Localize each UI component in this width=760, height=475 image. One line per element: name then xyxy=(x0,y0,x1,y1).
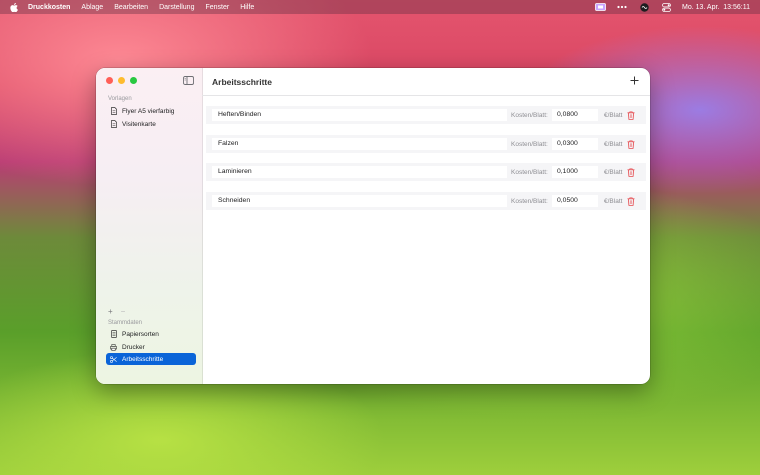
unit-label: €/Blatt xyxy=(604,141,623,148)
main-content: Arbeitsschritte Heften/Binden Kosten/Bla… xyxy=(202,68,650,384)
siri-icon[interactable] xyxy=(638,2,650,12)
trash-icon[interactable] xyxy=(627,111,635,120)
close-window-button[interactable] xyxy=(106,77,113,84)
document-lines-icon xyxy=(110,330,117,338)
control-center-icon[interactable] xyxy=(660,2,672,12)
cost-value-field[interactable]: 0,0500 xyxy=(552,195,598,207)
remove-template-button[interactable]: − xyxy=(121,307,126,316)
unit-label: €/Blatt xyxy=(604,112,623,119)
unit-label: €/Blatt xyxy=(604,198,623,205)
step-name-field[interactable]: Heften/Binden xyxy=(212,109,507,121)
menu-app-name[interactable]: Druckkosten xyxy=(28,4,70,11)
apple-menu-icon[interactable] xyxy=(10,2,18,12)
sidebar-item-label: Flyer A5 vierfarbig xyxy=(122,107,175,115)
menu-darstellung[interactable]: Darstellung xyxy=(159,4,194,11)
document-icon xyxy=(110,120,117,128)
sidebar-add-remove: + − xyxy=(108,307,125,316)
sidebar-item-drucker[interactable]: Drucker xyxy=(106,341,196,353)
add-step-button[interactable] xyxy=(628,74,640,86)
menubar-clock[interactable]: Mo. 13. Apr. 13:56:11 xyxy=(682,4,750,11)
step-name-field[interactable]: Schneiden xyxy=(212,195,507,207)
sidebar-item-label: Papiersorten xyxy=(122,330,159,338)
list-item: Laminieren Kosten/Blatt: 0,1000 €/Blatt xyxy=(202,163,650,185)
sidebar-item-arbeitsschritte[interactable]: Arbeitsschritte xyxy=(106,353,196,365)
scissors-icon xyxy=(110,355,117,363)
trash-icon[interactable] xyxy=(627,168,635,177)
list-item: Heften/Binden Kosten/Blatt: 0,0800 €/Bla… xyxy=(202,106,650,128)
step-name-field[interactable]: Laminieren xyxy=(212,166,507,178)
sidebar-item-label: Drucker xyxy=(122,343,145,351)
section-label-stammdaten: Stammdaten xyxy=(108,320,143,326)
sidebar: Vorlagen Flyer A5 vierfarbig Visitenkart… xyxy=(96,68,203,384)
trash-icon[interactable] xyxy=(627,197,635,206)
cost-label: Kosten/Blatt: xyxy=(511,112,548,119)
sidebar-item-label: Arbeitsschritte xyxy=(122,355,164,363)
document-icon xyxy=(110,107,117,115)
menu-bearbeiten[interactable]: Bearbeiten xyxy=(114,4,148,11)
list-item: Schneiden Kosten/Blatt: 0,0500 €/Blatt xyxy=(202,192,650,214)
step-name-field[interactable]: Falzen xyxy=(212,138,507,150)
menu-hilfe[interactable]: Hilfe xyxy=(240,4,254,11)
cost-value-field[interactable]: 0,1000 xyxy=(552,166,598,178)
cost-label: Kosten/Blatt: xyxy=(511,169,548,176)
printer-icon xyxy=(110,343,117,351)
menu-ablage[interactable]: Ablage xyxy=(81,4,103,11)
sidebar-item-visitenkarte[interactable]: Visitenkarte xyxy=(106,118,196,130)
menu-fenster[interactable]: Fenster xyxy=(205,4,229,11)
minimize-window-button[interactable] xyxy=(118,77,125,84)
zoom-window-button[interactable] xyxy=(130,77,137,84)
add-template-button[interactable]: + xyxy=(108,307,113,316)
screen-mirroring-icon[interactable] xyxy=(594,2,606,12)
cost-value-field[interactable]: 0,0300 xyxy=(552,138,598,150)
cost-label: Kosten/Blatt: xyxy=(511,141,548,148)
app-window: Vorlagen Flyer A5 vierfarbig Visitenkart… xyxy=(96,68,650,384)
unit-label: €/Blatt xyxy=(604,169,623,176)
window-controls xyxy=(106,77,137,84)
menu-bar: Druckkosten Ablage Bearbeiten Darstellun… xyxy=(0,0,760,14)
cost-value-field[interactable]: 0,0800 xyxy=(552,109,598,121)
sidebar-item-label: Visitenkarte xyxy=(122,120,156,128)
cost-label: Kosten/Blatt: xyxy=(511,198,548,205)
section-label-vorlagen: Vorlagen xyxy=(108,96,132,102)
more-dots-icon[interactable] xyxy=(616,2,628,12)
page-title: Arbeitsschritte xyxy=(212,77,272,87)
trash-icon[interactable] xyxy=(627,140,635,149)
sidebar-toggle-icon[interactable] xyxy=(183,76,194,85)
sidebar-item-flyer[interactable]: Flyer A5 vierfarbig xyxy=(106,105,196,117)
sidebar-item-papiersorten[interactable]: Papiersorten xyxy=(106,328,196,340)
list-item: Falzen Kosten/Blatt: 0,0300 €/Blatt xyxy=(202,135,650,157)
toolbar: Arbeitsschritte xyxy=(202,68,650,96)
